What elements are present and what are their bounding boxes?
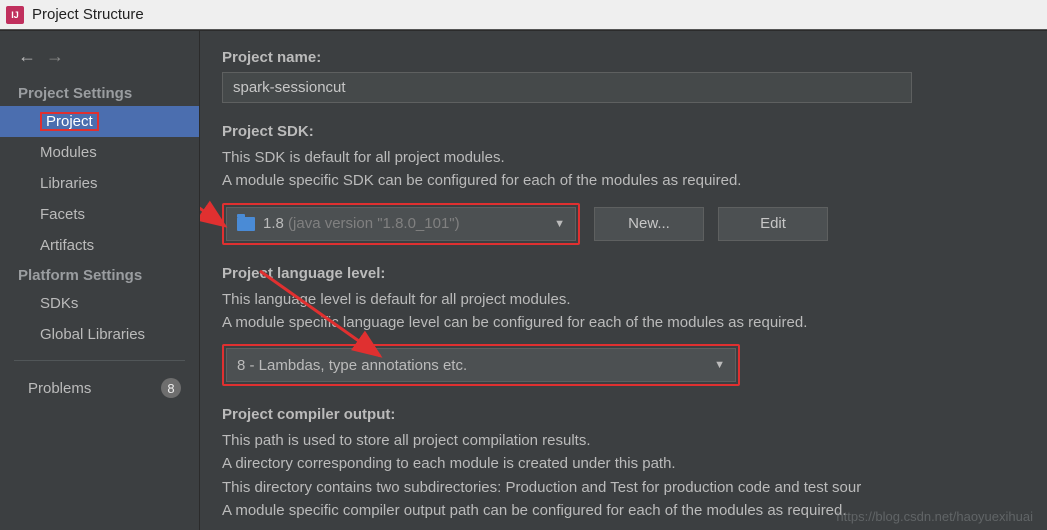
sdk-desc-2: A module specific SDK can be configured … [222,169,1025,192]
sidebar-item-modules[interactable]: Modules [0,137,199,168]
forward-arrow-icon[interactable]: → [46,47,64,65]
section-platform-settings: Platform Settings [0,261,199,288]
folder-icon [237,217,255,231]
lang-desc-2: A module specific language level can be … [222,311,1025,334]
back-arrow-icon[interactable]: ← [18,47,36,65]
app-logo-icon [6,6,24,24]
sidebar-item-label: SDKs [40,295,78,312]
sidebar-item-global-libraries[interactable]: Global Libraries [0,319,199,350]
sidebar-item-label: Project [40,112,99,131]
sidebar-item-label: Libraries [40,175,98,192]
project-sdk-dropdown[interactable]: 1.8 (java version "1.8.0_101") ▼ [226,207,576,241]
highlight-lang: 8 - Lambdas, type annotations etc. ▼ [222,344,740,386]
chevron-down-icon: ▼ [554,218,565,230]
project-name-label: Project name: [222,49,1025,66]
sidebar-item-facets[interactable]: Facets [0,199,199,230]
sidebar-item-problems[interactable]: Problems 8 [0,371,199,405]
sidebar-item-label: Facets [40,206,85,223]
section-project-settings: Project Settings [0,79,199,106]
project-name-input[interactable] [222,72,912,103]
language-level-dropdown[interactable]: 8 - Lambdas, type annotations etc. ▼ [226,348,736,382]
compiler-output-label: Project compiler output: [222,406,1025,423]
divider [14,360,185,361]
sdk-value-main: 1.8 [263,215,284,232]
out-desc-3: This directory contains two subdirectori… [222,476,1025,499]
watermark: https://blog.csdn.net/haoyuexihuai [836,509,1033,524]
out-desc-2: A directory corresponding to each module… [222,452,1025,475]
content-pane: Project name: Project SDK: This SDK is d… [200,31,1047,530]
sidebar-item-label: Global Libraries [40,326,145,343]
title-bar: Project Structure [0,0,1047,30]
project-sdk-label: Project SDK: [222,123,1025,140]
main-layout: ← → Project Settings Project Modules Lib… [0,30,1047,530]
edit-sdk-button[interactable]: Edit [718,207,828,241]
window-title: Project Structure [32,6,144,23]
sdk-desc-1: This SDK is default for all project modu… [222,146,1025,169]
sidebar-item-project[interactable]: Project [0,106,199,137]
lang-desc-1: This language level is default for all p… [222,288,1025,311]
chevron-down-icon: ▼ [714,359,725,371]
problems-label: Problems [28,380,91,397]
new-sdk-button[interactable]: New... [594,207,704,241]
highlight-sdk: 1.8 (java version "1.8.0_101") ▼ [222,203,580,245]
sidebar: ← → Project Settings Project Modules Lib… [0,31,200,530]
sidebar-item-label: Artifacts [40,237,94,254]
sidebar-item-sdks[interactable]: SDKs [0,288,199,319]
language-level-label: Project language level: [222,265,1025,282]
sdk-value-dim: (java version "1.8.0_101") [288,215,460,232]
sidebar-item-artifacts[interactable]: Artifacts [0,230,199,261]
sidebar-item-label: Modules [40,144,97,161]
nav-arrows: ← → [0,39,199,79]
lang-value: 8 - Lambdas, type annotations etc. [237,357,467,374]
problems-count-badge: 8 [161,378,181,398]
sidebar-item-libraries[interactable]: Libraries [0,168,199,199]
out-desc-1: This path is used to store all project c… [222,429,1025,452]
